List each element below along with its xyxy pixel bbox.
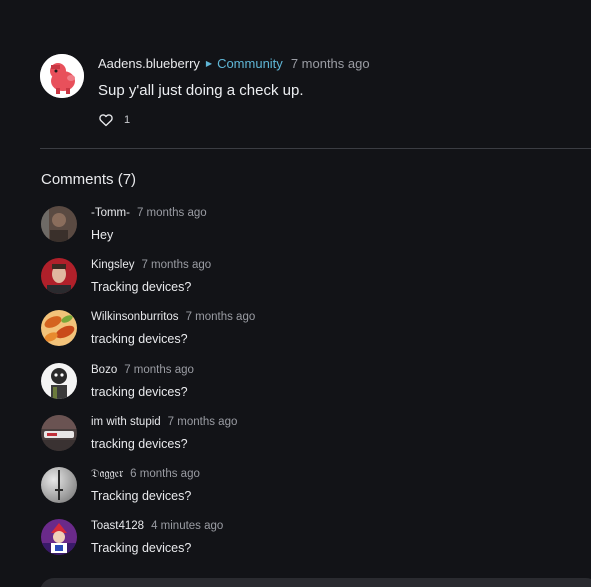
comments-heading-label: Comments [41,171,114,188]
divider [40,148,591,149]
comment-author[interactable]: Wilkinsonburritos [91,309,179,325]
comment: Wilkinsonburritos 7 months ago tracking … [41,309,581,361]
post-page: Aadens.blueberry ▶ Community 7 months ag… [0,0,591,587]
post-author-avatar[interactable] [40,54,84,98]
comment-meta: Wilkinsonburritos 7 months ago [91,309,571,325]
comment-body: im with stupid 7 months ago tracking dev… [91,414,571,453]
comment-meta: -Tomm- 7 months ago [91,205,571,221]
comment-text: Tracking devices? [91,488,192,503]
comment-body: -Tomm- 7 months ago Hey [91,205,571,244]
comment-author[interactable]: Kingsley [91,257,134,273]
post-text: Sup y'all just doing a check up. [98,82,304,99]
comment: Bozo 7 months ago tracking devices? [41,362,581,414]
comment-text: Hey [91,228,114,242]
comment-timestamp: 4 minutes ago [151,520,224,533]
comment: Toast4128 4 minutes ago Tracking devices… [41,518,581,570]
comment-author[interactable]: 𝔇𝔞𝔤𝔤𝔢𝔯 [91,466,123,482]
comment-timestamp: 7 months ago [124,363,194,376]
like-button[interactable] [98,112,114,128]
comments-list: -Tomm- 7 months ago Hey Kingsley 7 month… [41,205,581,570]
commenter-avatar[interactable] [41,206,77,242]
commenter-avatar[interactable] [41,519,77,556]
comment: -Tomm- 7 months ago Hey [41,205,581,257]
comment-body: Toast4128 4 minutes ago Tracking devices… [91,518,571,557]
commenter-avatar[interactable] [41,310,77,347]
comment-timestamp: 7 months ago [185,311,256,324]
comment-body: Wilkinsonburritos 7 months ago tracking … [91,309,571,348]
comment-timestamp: 7 months ago [136,207,207,219]
heart-outline-icon[interactable] [98,112,114,128]
comment: im with stupid 7 months ago tracking dev… [41,414,581,466]
comment-text: tracking devices? [91,332,188,347]
comment-body: 𝔇𝔞𝔤𝔤𝔢𝔯 6 months ago Tracking devices? [91,466,571,505]
comment-body: Bozo 7 months ago tracking devices? [91,362,571,401]
comment: Kingsley 7 months ago Tracking devices? [41,257,581,309]
commenter-avatar[interactable] [41,258,77,295]
like-row: 1 [98,112,588,128]
commenter-avatar[interactable] [41,466,77,503]
comment-text: Tracking devices? [91,280,192,295]
comment-meta: Toast4128 4 minutes ago [91,518,571,534]
comment-meta: 𝔇𝔞𝔤𝔤𝔢𝔯 6 months ago [91,466,571,482]
comment-text: tracking devices? [91,436,188,451]
comment-author[interactable]: -Tomm- [91,205,130,221]
comment-input-bar[interactable] [40,578,591,587]
like-count: 1 [124,114,131,126]
post-meta: Aadens.blueberry ▶ Community 7 months ag… [98,55,588,72]
comment-author[interactable]: im with stupid [91,414,161,430]
commenter-avatar[interactable] [41,362,77,399]
comment-timestamp: 6 months ago [130,467,200,480]
comment-meta: Kingsley 7 months ago [91,257,571,273]
comment-text: tracking devices? [91,384,188,399]
comment-author[interactable]: Bozo [91,362,117,378]
comments-heading: Comments (7) [41,170,136,190]
comment-author[interactable]: Toast4128 [91,518,144,534]
comments-count: (7) [117,171,137,188]
community-link[interactable]: Community [217,55,283,72]
comment-meta: im with stupid 7 months ago [91,414,571,430]
comment-timestamp: 7 months ago [141,259,212,272]
post-author-name[interactable]: Aadens.blueberry [98,55,200,72]
comment: 𝔇𝔞𝔤𝔤𝔢𝔯 6 months ago Tracking devices? [41,466,581,518]
commenter-avatar[interactable] [41,414,77,451]
comment-body: Kingsley 7 months ago Tracking devices? [91,257,571,296]
triangle-right-icon: ▶ [205,59,213,68]
comment-text: Tracking devices? [91,541,192,556]
comment-timestamp: 7 months ago [167,415,238,428]
comment-meta: Bozo 7 months ago [91,362,571,378]
post-timestamp: 7 months ago [290,56,370,71]
post-body: Aadens.blueberry ▶ Community 7 months ag… [98,54,588,128]
